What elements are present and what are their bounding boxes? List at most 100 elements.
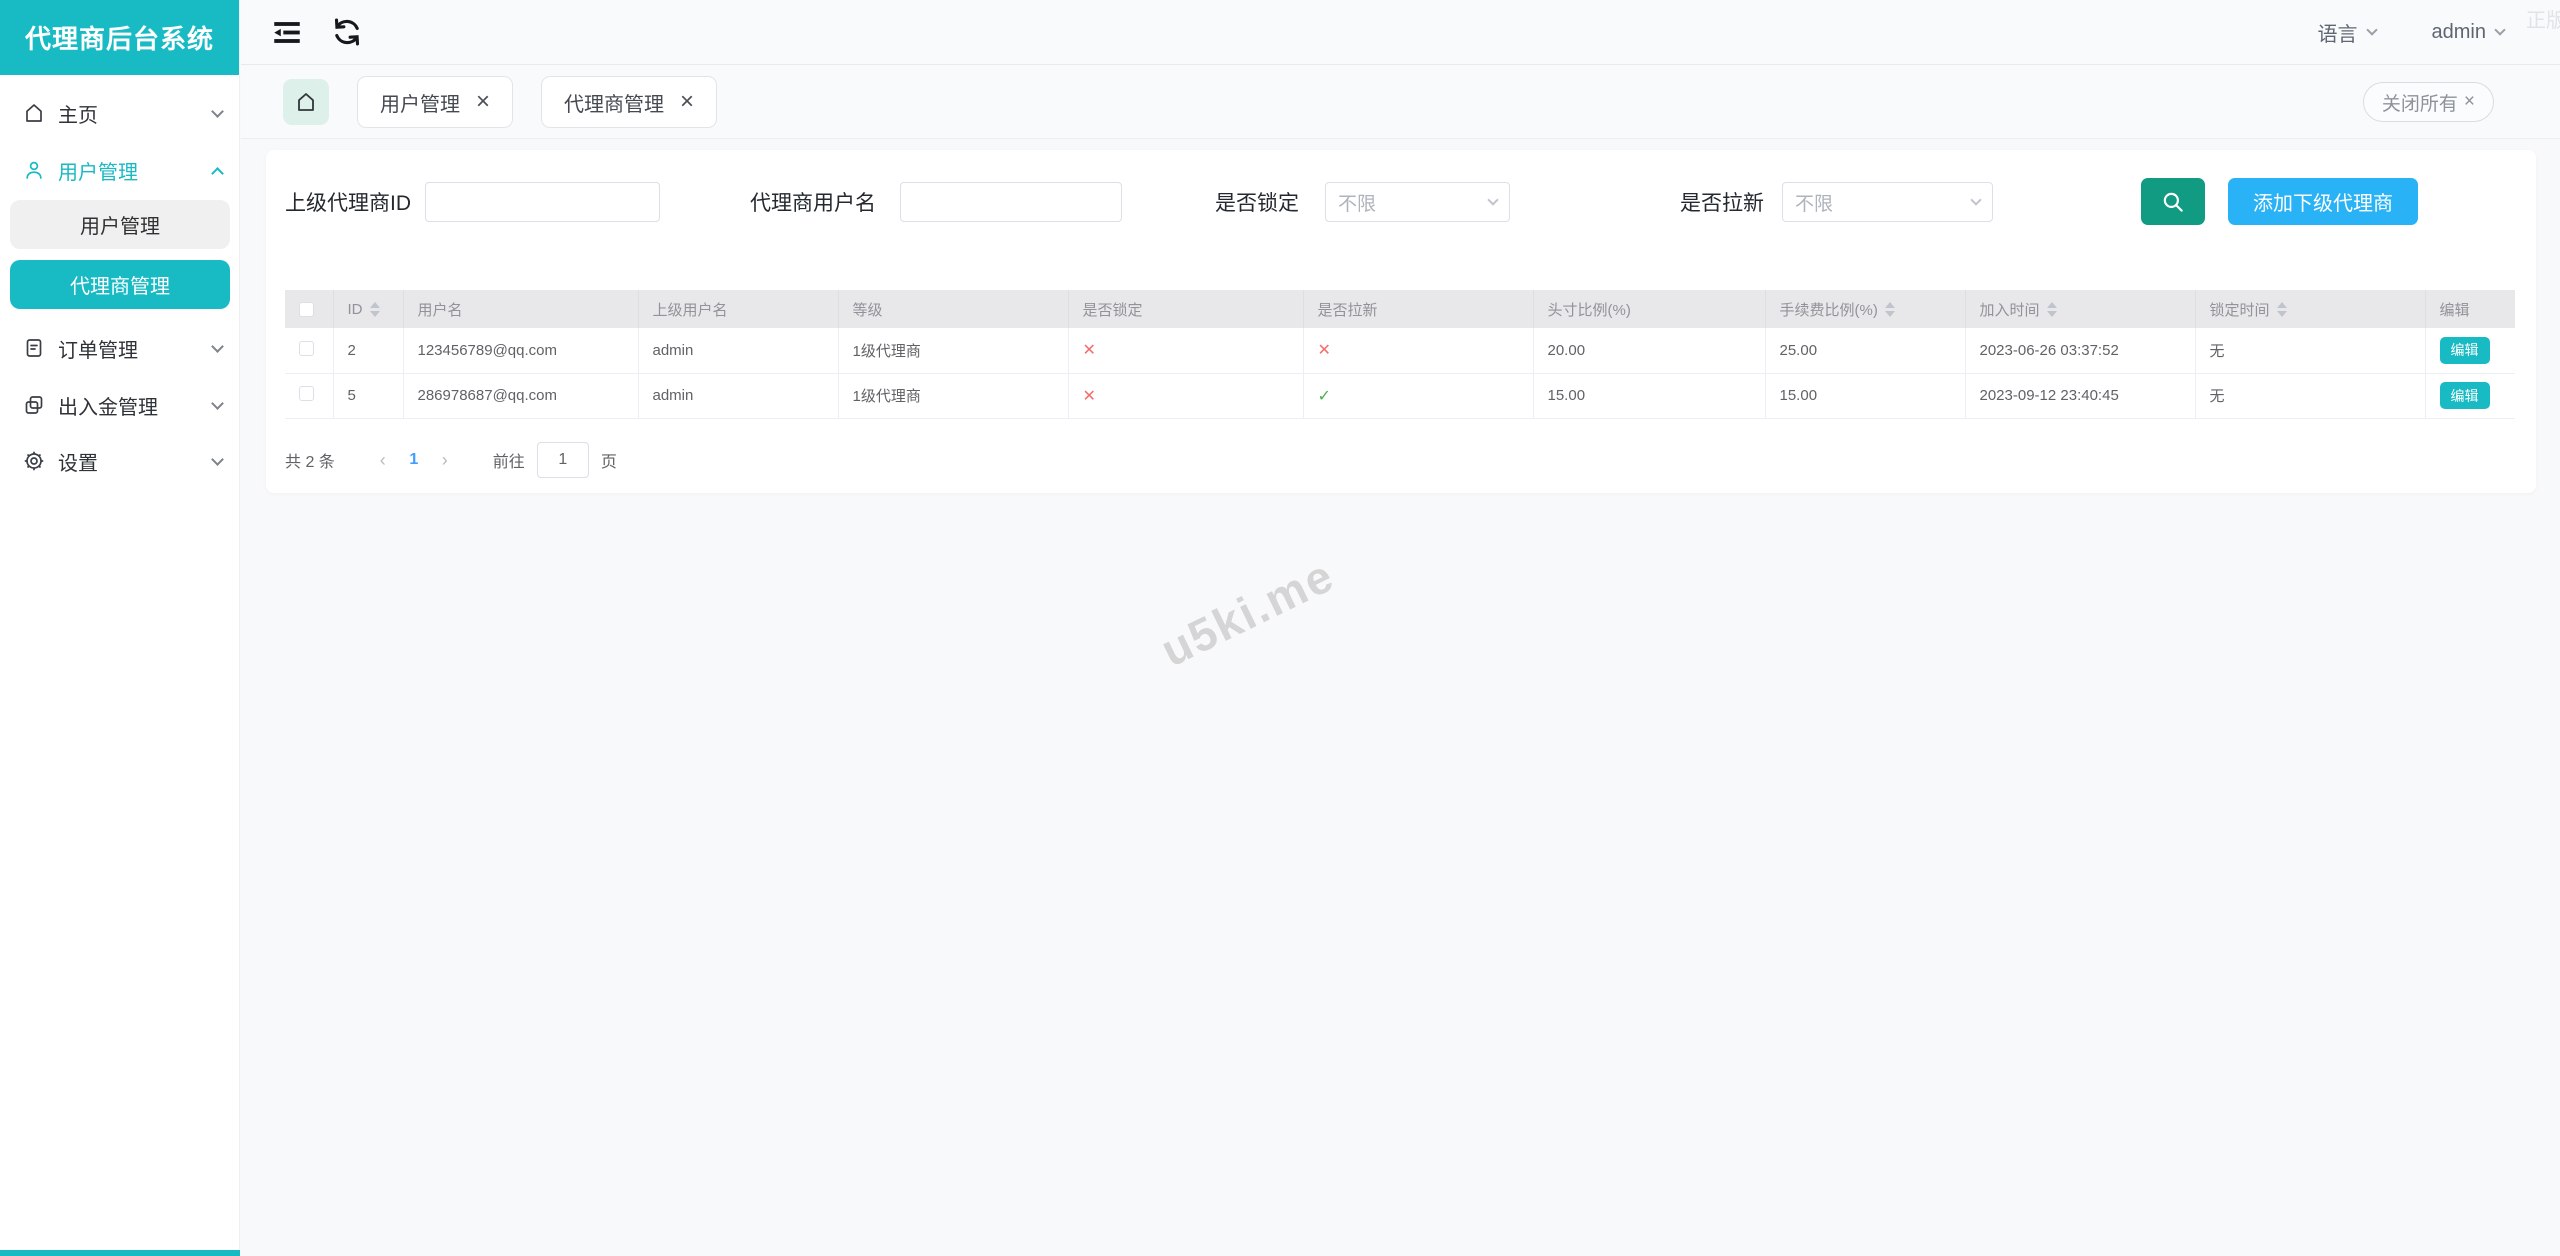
column-header-lock_time[interactable]: 锁定时间 [2195,290,2425,328]
edit-button[interactable]: 编辑 [2440,337,2490,364]
add-sub-agent-button[interactable]: 添加下级代理商 [2228,178,2418,225]
close-icon: × [2464,91,2475,113]
column-header-pulled: 是否拉新 [1303,290,1533,328]
home-icon [22,101,46,125]
sidebar-item-settings[interactable]: 设置 [0,433,240,489]
language-dropdown[interactable]: 语言 [2318,18,2376,47]
agent-id-label: 上级代理商ID [285,178,411,225]
page-number[interactable]: 1 [397,451,431,469]
sidebar-item-order-management[interactable]: 订单管理 [0,320,240,376]
submenu-label: 用户管理 [80,210,160,239]
sort-icon[interactable] [2277,302,2287,317]
locked-filter-label: 是否锁定 [1215,178,1299,225]
goto-page-input[interactable] [537,442,589,478]
select-all-checkbox[interactable] [299,302,314,317]
cell-locked: ✕ [1068,373,1303,418]
cell-parent: admin [638,328,838,373]
cell-username: 123456789@qq.com [403,328,638,373]
topbar: 语言 admin 正版 [241,0,2560,65]
column-header-locked: 是否锁定 [1068,290,1303,328]
column-header-select [285,290,333,328]
username-label: admin [2432,21,2486,44]
cell-select [285,328,333,373]
collapse-sidebar-icon[interactable] [270,15,304,49]
document-icon [22,336,46,360]
close-icon[interactable]: × [680,90,694,114]
user-dropdown[interactable]: admin [2432,21,2504,44]
agents-table: ID 用户名上级用户名等级 是否锁定是否拉新 头寸比例(%) 手续费比例(%) 加入时间锁… [285,290,2515,419]
page-watermark: u5ki.me [1152,489,1463,678]
agent-id-input[interactable] [425,182,660,222]
page-suffix-label: 页 [601,448,617,472]
column-header-parent: 上级用户名 [638,290,838,328]
sidebar-item-home[interactable]: 主页 [0,85,240,141]
column-header-join_time[interactable]: 加入时间 [1965,290,2195,328]
select-value: 不限 [1795,189,1833,216]
column-header-username: 用户名 [403,290,638,328]
tab-label: 代理商管理 [564,88,664,117]
sidebar-bottom-strip [0,1250,240,1256]
column-header-fee[interactable]: 手续费比例(%) [1765,290,1965,328]
column-header-id[interactable]: ID [333,290,403,328]
tab-user-management[interactable]: 用户管理 × [357,76,513,128]
copy-icon [22,393,46,417]
language-label: 语言 [2318,18,2358,47]
tab-agent-management[interactable]: 代理商管理 × [541,76,717,128]
cell-parent: admin [638,373,838,418]
row-checkbox[interactable] [299,341,314,356]
edit-button[interactable]: 编辑 [2440,382,2490,409]
cell-select [285,373,333,418]
pull-filter-label: 是否拉新 [1680,178,1764,225]
sidebar-item-label: 主页 [58,99,98,128]
home-icon [294,90,318,114]
sort-icon[interactable] [1885,302,1895,317]
column-label: 手续费比例(%) [1780,299,1878,320]
column-label: 是否拉新 [1318,299,1378,320]
sidebar-item-user-management[interactable]: 用户管理 [0,142,240,198]
search-button[interactable] [2141,178,2205,225]
next-page-button[interactable]: › [431,450,459,471]
refresh-icon[interactable] [330,15,364,49]
sidebar: 代理商后台系统 主页 用户管理 用户管理 代理商管理 订单管理 出入金管理 设置 [0,0,240,1256]
chevron-down-icon [2494,24,2505,35]
sort-icon[interactable] [2047,302,2057,317]
goto-label: 前往 [493,448,525,472]
cell-lock_time: 无 [2195,373,2425,418]
column-header-position: 头寸比例(%) [1533,290,1765,328]
locked-filter-select[interactable]: 不限 [1325,182,1510,222]
chevron-down-icon [211,340,224,353]
column-header-level: 等级 [838,290,1068,328]
column-label: 锁定时间 [2210,299,2270,320]
sidebar-subitem-user-management[interactable]: 用户管理 [10,200,230,249]
column-label: ID [348,301,363,318]
cell-fee: 15.00 [1765,373,1965,418]
cell-fee: 25.00 [1765,328,1965,373]
status-yes-icon: ✓ [1318,388,1331,405]
cell-level: 1级代理商 [838,328,1068,373]
cell-position: 20.00 [1533,328,1765,373]
close-all-tabs-button[interactable]: 关闭所有 × [2363,82,2494,122]
sidebar-subitem-agent-management[interactable]: 代理商管理 [10,260,230,309]
cell-position: 15.00 [1533,373,1765,418]
sort-icon[interactable] [370,302,380,317]
sidebar-item-funds-management[interactable]: 出入金管理 [0,377,240,433]
cell-edit: 编辑 [2425,373,2515,418]
agent-name-label: 代理商用户名 [750,178,876,225]
row-checkbox[interactable] [299,386,314,401]
gear-icon [22,449,46,473]
column-label: 编辑 [2440,299,2470,320]
cell-lock_time: 无 [2195,328,2425,373]
submenu-label: 代理商管理 [70,270,170,299]
pull-filter-select[interactable]: 不限 [1782,182,1993,222]
sidebar-item-label: 用户管理 [58,156,138,185]
status-no-icon: ✕ [1083,388,1096,405]
agent-name-input[interactable] [900,182,1122,222]
close-icon[interactable]: × [476,90,490,114]
tab-label: 用户管理 [380,88,460,117]
table-header-row: ID 用户名上级用户名等级 是否锁定是否拉新 头寸比例(%) 手续费比例(%) 加入时间锁… [285,290,2515,328]
search-icon [2160,189,2186,215]
column-label: 等级 [853,299,883,320]
prev-page-button[interactable]: ‹ [369,450,397,471]
user-icon [22,158,46,182]
tab-home[interactable] [283,79,329,125]
